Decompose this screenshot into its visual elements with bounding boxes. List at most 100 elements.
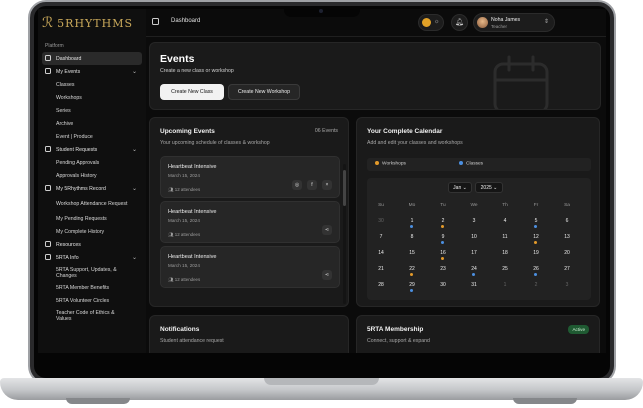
- sidebar-item-classes[interactable]: Classes: [42, 78, 142, 91]
- year-select[interactable]: 2025 ⌄: [475, 182, 503, 193]
- event-item[interactable]: Heartbeat Intensive March 15, 2024 👥︎ 12 a…: [160, 246, 340, 288]
- day-number: 12: [533, 234, 539, 240]
- sidebar-item-event-produce[interactable]: Event | Produce: [42, 130, 142, 143]
- sidebar-item-5rta-support-updates-changes[interactable]: 5RTA Support, Updates, & Changes: [42, 264, 142, 281]
- sidebar-item-pending-approvals[interactable]: Pending Approvals: [42, 156, 142, 169]
- calendar-day[interactable]: 10: [464, 234, 484, 240]
- calendar-day[interactable]: 30: [371, 218, 391, 224]
- sidebar-item-label: 5RTA Support, Updates, & Changes: [56, 266, 117, 279]
- sidebar-item-archive[interactable]: Archive: [42, 117, 142, 130]
- calendar-day[interactable]: 24: [464, 266, 484, 276]
- camera-notch: [284, 6, 360, 17]
- calendar-day[interactable]: 12: [526, 234, 546, 244]
- create-class-button[interactable]: Create New Class: [160, 84, 224, 100]
- bell-icon[interactable]: 🔔︎: [451, 14, 468, 31]
- events-count: 06 Events: [314, 128, 338, 134]
- calendar-day[interactable]: 4: [495, 218, 515, 224]
- day-number: 17: [471, 250, 477, 256]
- calendar-day[interactable]: 6: [557, 218, 577, 224]
- calendar-day[interactable]: 14: [371, 250, 391, 256]
- sidebar-item-5rta-info[interactable]: 5RTA Info ⌄: [42, 251, 142, 264]
- calendar-day[interactable]: 26: [526, 266, 546, 276]
- laptop-foot-right: [513, 398, 577, 404]
- calendar-day[interactable]: 22: [402, 266, 422, 276]
- calendar-day[interactable]: 31: [464, 282, 484, 288]
- calendar-day[interactable]: 1: [402, 218, 422, 228]
- calendar-day[interactable]: 29: [402, 282, 422, 292]
- calendar-day[interactable]: 11: [495, 234, 515, 240]
- calendar-day[interactable]: 3: [464, 218, 484, 224]
- calendar-day[interactable]: 7: [371, 234, 391, 240]
- events-scrollbar[interactable]: [343, 164, 346, 304]
- main-content: Events Create a new class or workshop Cr…: [146, 37, 606, 353]
- calendar-grid: Jan ⌄ 2025 ⌄ Su Mo Tu We Th Fr Sa 30 1 2 3 4 5 6 7 8 9 10…: [367, 178, 591, 300]
- user-role: Teacher: [491, 24, 508, 29]
- sidebar-item-workshops[interactable]: Workshops: [42, 91, 142, 104]
- calendar-day[interactable]: 15: [402, 250, 422, 256]
- top-header: Dashboard ☼ 🔔︎ Noha James Teacher ⇕: [146, 9, 606, 37]
- event-title: Heartbeat Intensive: [168, 209, 217, 215]
- calendar-day[interactable]: 13: [557, 234, 577, 240]
- calendar-day[interactable]: 30: [433, 282, 453, 288]
- sidebar-item-my-complete-history[interactable]: My Complete History: [42, 225, 142, 238]
- calendar-day[interactable]: 5: [526, 218, 546, 228]
- calendar-day[interactable]: 20: [557, 250, 577, 256]
- calendar-day[interactable]: 9: [433, 234, 453, 244]
- day-number: 8: [410, 234, 414, 240]
- month-select[interactable]: Jan ⌄: [448, 182, 472, 193]
- share-icon[interactable]: ⋖: [322, 225, 332, 235]
- brand-logo[interactable]: ℛ 5RHYTHMS: [42, 15, 133, 31]
- calendar-day[interactable]: 27: [557, 266, 577, 272]
- facebook-icon[interactable]: f: [307, 180, 317, 190]
- event-dot-icon: [534, 225, 537, 228]
- share-icon[interactable]: ⋖: [322, 270, 332, 280]
- membership-card: 5RTA Membership Active Connect, support …: [356, 315, 600, 353]
- calendar-day[interactable]: 18: [495, 250, 515, 256]
- calendar-day[interactable]: 3: [557, 282, 577, 288]
- theme-toggle[interactable]: ☼: [418, 14, 444, 31]
- day-number: 21: [378, 266, 384, 272]
- calendar-day[interactable]: 2: [526, 282, 546, 288]
- calendar-day[interactable]: 21: [371, 266, 391, 272]
- sidebar-item-label: 5RTA Volunteer Circles: [56, 297, 110, 304]
- sidebar-item-workshop-attendance-request[interactable]: Workshop Attendance Request: [42, 195, 142, 212]
- day-number: 6: [565, 218, 569, 224]
- event-item[interactable]: Heartbeat Intensive March 15, 2024 👥︎ 12 a…: [160, 156, 340, 198]
- sidebar-item-my-events[interactable]: My Events ⌄: [42, 65, 142, 78]
- user-menu[interactable]: Noha James Teacher ⇕: [473, 13, 555, 32]
- day-number: 29: [409, 282, 415, 288]
- sidebar-item-label: Dashboard: [56, 55, 82, 62]
- instagram-icon[interactable]: ◎: [292, 180, 302, 190]
- close-icon[interactable]: ×: [322, 180, 332, 190]
- upcoming-subtitle: Your upcoming schedule of classes & work…: [160, 140, 270, 146]
- sidebar-item-5rta-volunteer-circles[interactable]: 5RTA Volunteer Circles: [42, 294, 142, 307]
- calendar-day[interactable]: 16: [433, 250, 453, 260]
- sidebar-item-5rta-member-benefits[interactable]: 5RTA Member Benefits: [42, 281, 142, 294]
- event-item[interactable]: Heartbeat Intensive March 15, 2024 👥︎ 12 a…: [160, 201, 340, 243]
- day-number: 11: [502, 234, 508, 240]
- calendar-day[interactable]: 8: [402, 234, 422, 240]
- sidebar-item-my-5rhythms-record[interactable]: My 5Rhythms Record ⌄: [42, 182, 142, 195]
- sidebar-item-student-requests[interactable]: Student Requests ⌄: [42, 143, 142, 156]
- sidebar-item-teacher-code-of-ethics-values[interactable]: Teacher Code of Ethics & Values: [42, 307, 142, 324]
- event-dot-icon: [441, 241, 444, 244]
- attendees-count: 12 attendees: [174, 232, 201, 237]
- create-workshop-button[interactable]: Create New Workshop: [228, 84, 300, 100]
- notifications-title: Notifications: [160, 326, 200, 333]
- calendar-day[interactable]: 25: [495, 266, 515, 272]
- event-date: March 15, 2024: [168, 173, 200, 178]
- scrollbar-thumb[interactable]: [343, 170, 346, 206]
- calendar-day[interactable]: 2: [433, 218, 453, 228]
- sidebar-item-approvals-history[interactable]: Approvals History: [42, 169, 142, 182]
- sidebar-item-my-pending-requests[interactable]: My Pending Requests: [42, 212, 142, 225]
- sidebar-toggle-icon[interactable]: [152, 18, 159, 25]
- sidebar-item-dashboard[interactable]: Dashboard: [42, 52, 142, 65]
- sidebar-item-series[interactable]: Series: [42, 104, 142, 117]
- calendar-day[interactable]: 1: [495, 282, 515, 288]
- user-name: Noha James: [491, 17, 521, 23]
- sidebar-item-resources[interactable]: Resources: [42, 238, 142, 251]
- calendar-day[interactable]: 17: [464, 250, 484, 256]
- calendar-day[interactable]: 28: [371, 282, 391, 288]
- calendar-day[interactable]: 23: [433, 266, 453, 272]
- calendar-day[interactable]: 19: [526, 250, 546, 256]
